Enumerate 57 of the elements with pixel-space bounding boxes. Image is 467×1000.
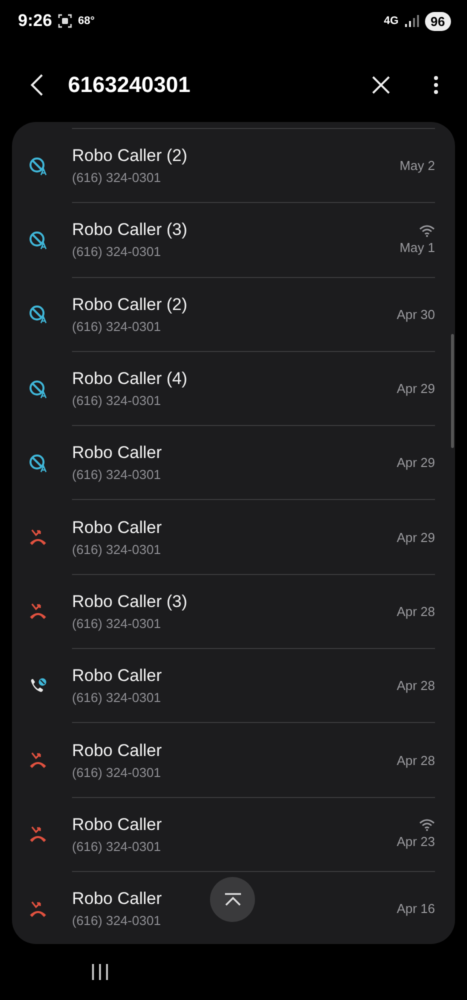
caller-name[interactable]: Robo Caller: [72, 814, 397, 835]
declined-call-icon: [28, 750, 48, 770]
phone-number: (616) 324-0301: [72, 318, 162, 334]
call-date: Apr 29: [396, 381, 435, 396]
call-date: Apr 28: [396, 678, 435, 694]
declined-call-icon: [28, 527, 48, 548]
scroll-to-top-button[interactable]: [210, 877, 255, 922]
caller-name[interactable]: Robo Caller (4): [72, 369, 397, 390]
back-icon[interactable]: [30, 73, 44, 97]
battery-level: 96: [424, 12, 451, 30]
call-date: Apr 29: [396, 455, 435, 470]
block-icon: [28, 378, 48, 399]
phone-number: (616) 324-0301: [72, 838, 162, 854]
phone-number: (616) 324-0301: [72, 690, 162, 706]
caller-name[interactable]: Robo Caller (3): [72, 592, 397, 612]
phone-number: (616) 324-0301: [72, 616, 162, 631]
clock: 9:26: [18, 11, 52, 31]
call-date: May 2: [400, 158, 435, 174]
call-date: Apr 30: [396, 306, 435, 322]
phone-number: (616) 324-0301: [72, 393, 162, 408]
block-icon: [28, 452, 48, 473]
search-query[interactable]: 6163240301: [68, 72, 367, 98]
network-type: 4G: [384, 15, 399, 27]
scrollbar[interactable]: [451, 334, 454, 448]
phone-number: (616) 324-0301: [72, 170, 162, 186]
phone-number: (616) 324-0301: [72, 913, 162, 928]
block-icon: [28, 156, 48, 176]
call-date: Apr 16: [396, 901, 435, 916]
call-date: Apr 28: [396, 752, 435, 768]
screenshot-icon: [58, 14, 72, 28]
phone-number: (616) 324-0301: [72, 467, 162, 482]
block-icon: [28, 304, 48, 324]
caller-name[interactable]: Robo Caller: [72, 518, 397, 538]
temperature: 68°: [78, 15, 95, 27]
call-date: May 1: [400, 240, 435, 255]
caller-name[interactable]: Robo Caller (2): [72, 294, 397, 315]
phone-number: (616) 324-0301: [72, 764, 162, 780]
caller-name[interactable]: Robo Caller (2): [72, 146, 400, 166]
close-icon[interactable]: [371, 75, 391, 95]
signal-icon: [404, 15, 419, 27]
caller-name[interactable]: Robo Caller: [72, 889, 397, 910]
caller-name[interactable]: Robo Caller: [72, 443, 397, 464]
phone-number: (616) 324-0301: [72, 244, 162, 260]
declined-call-icon: [28, 898, 48, 919]
call-date: Apr 29: [396, 530, 435, 545]
call-date: Apr 28: [396, 604, 435, 619]
recent-apps-icon[interactable]: [90, 963, 110, 981]
caller-name[interactable]: Robo Caller: [72, 666, 397, 686]
more-icon[interactable]: [433, 75, 439, 95]
call-date: Apr 23: [396, 834, 435, 850]
declined-call-icon: [28, 601, 48, 622]
caller-name[interactable]: Robo Caller: [72, 740, 397, 761]
declined-call-icon: [28, 824, 48, 844]
phone-number: (616) 324-0301: [72, 542, 162, 557]
block-icon: [28, 230, 48, 250]
chevron-up-icon[interactable]: [224, 892, 242, 906]
caller-name[interactable]: Robo Caller (3): [72, 220, 400, 240]
